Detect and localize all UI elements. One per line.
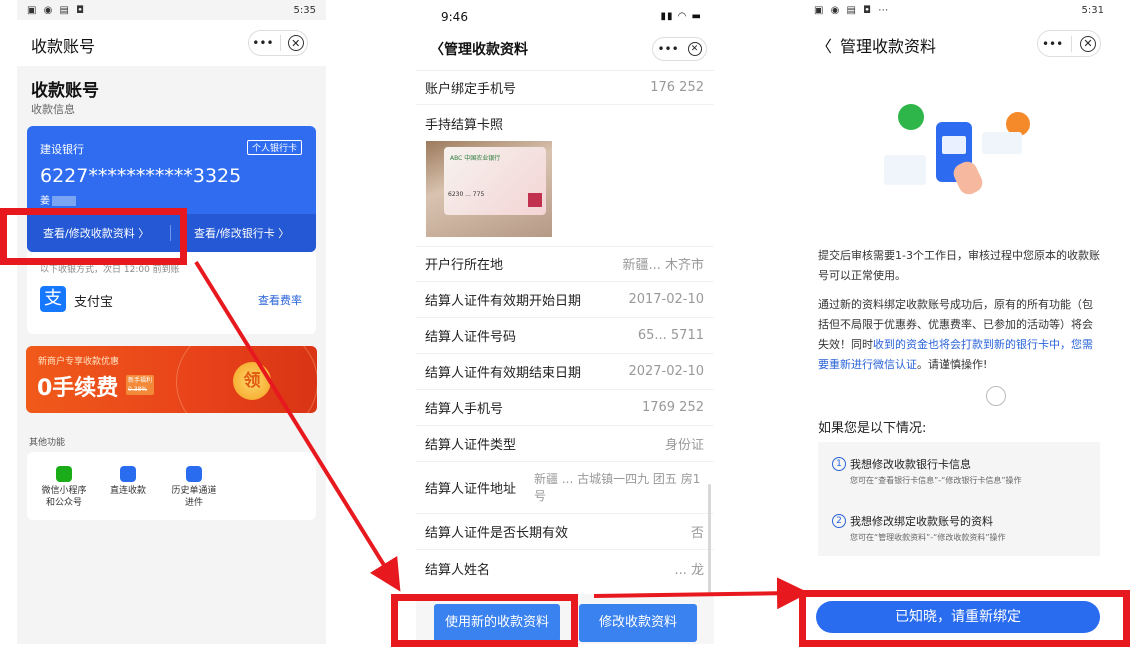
arrow-1 [194, 260, 401, 592]
arrow-2 [593, 577, 809, 610]
annotation-arrows [194, 260, 809, 610]
